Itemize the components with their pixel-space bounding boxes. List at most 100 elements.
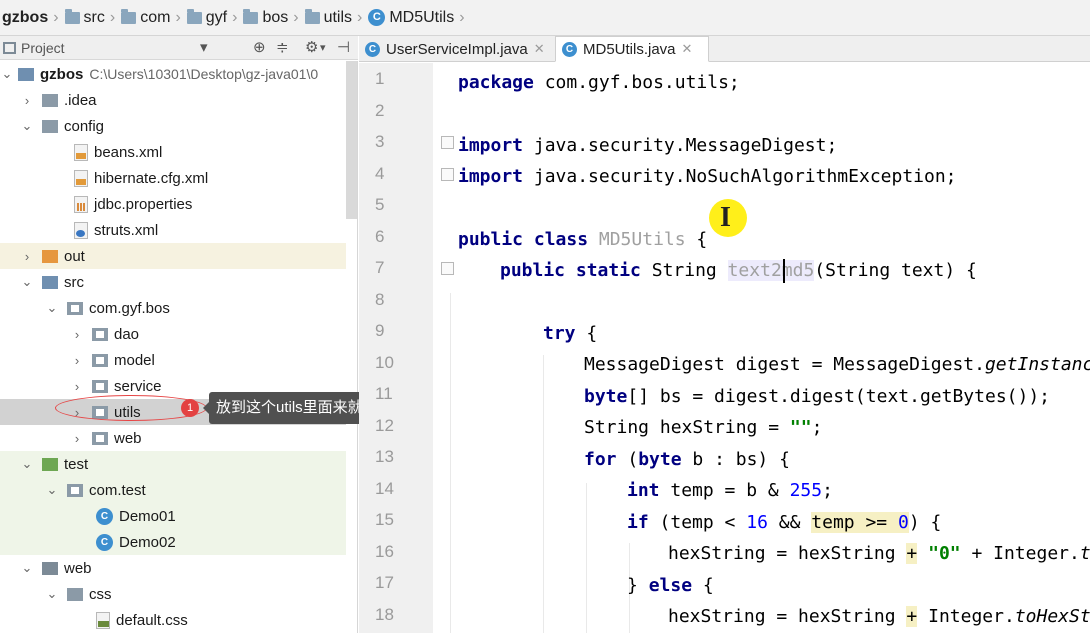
code-text: (temp <: [648, 512, 747, 533]
web-folder-icon: [42, 561, 58, 575]
project-panel-header: Project ▾ ⊕ ≑ ⚙ ▾ ⊣: [0, 36, 358, 60]
code-keyword: public class: [458, 229, 589, 250]
tree-item-default-css[interactable]: default.css: [0, 607, 346, 633]
project-view-icon: [3, 41, 16, 54]
tree-item-com-gyf-bos[interactable]: ⌄ com.gyf.bos: [0, 295, 346, 321]
sync-icon[interactable]: ⊕: [253, 38, 266, 56]
tree-label: web: [64, 559, 92, 577]
chevron-down-icon[interactable]: ⌄: [20, 456, 34, 472]
chevron-down-icon[interactable]: ⌄: [45, 586, 59, 602]
code-keyword: import: [458, 166, 524, 187]
breadcrumb-label: gyf: [205, 8, 228, 26]
chevron-down-icon[interactable]: ⌄: [45, 300, 59, 316]
breadcrumb-item-utils[interactable]: utils ›: [304, 0, 369, 35]
chevron-right-icon[interactable]: ›: [20, 249, 34, 264]
chevron-down-icon[interactable]: ⌄: [0, 66, 14, 82]
chevron-right-icon[interactable]: ›: [70, 353, 84, 368]
code-text: Integer.: [917, 606, 1015, 627]
chevron-down-icon[interactable]: ⌄: [45, 482, 59, 498]
code-text: temp = b &: [659, 480, 790, 501]
tree-item-web-folder[interactable]: ⌄ web: [0, 555, 346, 581]
tree-scrollbar[interactable]: [346, 61, 357, 219]
tree-item-dao[interactable]: › dao: [0, 321, 346, 347]
chevron-right-icon: ›: [109, 8, 116, 26]
tab-userserviceimpl[interactable]: C UserServiceImpl.java ✕: [359, 36, 553, 62]
close-icon[interactable]: ✕: [682, 41, 693, 57]
code-highlight: +: [906, 543, 918, 564]
code-string: "": [789, 417, 812, 438]
collapse-all-icon[interactable]: ≑: [276, 38, 289, 56]
tree-item-jdbc-properties[interactable]: jdbc.properties: [0, 191, 346, 217]
breadcrumb-item-src[interactable]: src ›: [64, 0, 122, 35]
tree-item-web-package[interactable]: › web: [0, 425, 346, 451]
tree-item-model[interactable]: › model: [0, 347, 346, 373]
chevron-down-icon[interactable]: ▾: [200, 38, 208, 56]
code-line-7: public static String text2md5(String tex…: [500, 255, 977, 286]
breadcrumb-item-com[interactable]: com ›: [121, 0, 187, 35]
tree-label: out: [64, 247, 85, 265]
code-line-3: import java.security.MessageDigest;: [458, 130, 837, 161]
indent-guide: [543, 355, 544, 633]
line-number: 11: [375, 384, 393, 403]
text-caret: [783, 259, 785, 283]
tree-item-beans-xml[interactable]: beans.xml: [0, 139, 346, 165]
chevron-right-icon[interactable]: ›: [70, 379, 84, 394]
gear-dropdown-icon[interactable]: ▾: [320, 41, 326, 54]
tree-item-root[interactable]: ⌄ gzbos C:\Users\10301\Desktop\gz-java01…: [0, 61, 346, 87]
tree-item-idea[interactable]: › .idea: [0, 87, 346, 113]
close-icon[interactable]: ✕: [534, 41, 545, 57]
fold-marker-icon[interactable]: [441, 262, 454, 275]
code-keyword: public static: [500, 260, 641, 281]
breadcrumb-item-md5utils[interactable]: C MD5Utils ›: [368, 0, 470, 35]
tree-item-out[interactable]: › out: [0, 243, 346, 269]
tree-label: web: [114, 429, 142, 447]
folder-icon: [42, 93, 58, 107]
code-text: {: [692, 575, 714, 596]
tree-item-struts-xml[interactable]: struts.xml: [0, 217, 346, 243]
chevron-right-icon[interactable]: ›: [70, 327, 84, 342]
tree-label: model: [114, 351, 155, 369]
fold-marker-icon[interactable]: [441, 168, 454, 181]
breadcrumb-item-project[interactable]: gzbos ›: [2, 0, 65, 35]
code-text: &&: [767, 512, 812, 533]
tree-item-test[interactable]: ⌄ test: [0, 451, 346, 477]
fold-marker-icon[interactable]: [441, 136, 454, 149]
tree-item-config[interactable]: ⌄ config: [0, 113, 346, 139]
tab-md5utils[interactable]: C MD5Utils.java ✕: [555, 36, 709, 62]
gear-icon[interactable]: ⚙: [305, 38, 318, 56]
code-keyword: for: [584, 449, 617, 470]
folder-icon: [67, 587, 83, 601]
tree-item-demo01[interactable]: Demo01: [0, 503, 346, 529]
project-panel-title[interactable]: Project: [21, 40, 65, 56]
chevron-down-icon[interactable]: ⌄: [20, 118, 34, 134]
tree-item-com-test[interactable]: ⌄ com.test: [0, 477, 346, 503]
code-text: hexString = hexString: [668, 606, 907, 627]
line-number: 1: [375, 69, 385, 88]
code-string: "0": [928, 543, 961, 564]
tree-label: src: [64, 273, 84, 291]
hide-panel-icon[interactable]: ⊣: [337, 38, 350, 56]
project-icon: [18, 67, 34, 81]
breadcrumb-label: bos: [262, 8, 289, 26]
chevron-down-icon[interactable]: ⌄: [20, 274, 34, 290]
chevron-right-icon: ›: [53, 8, 59, 26]
class-icon: C: [562, 41, 577, 57]
breadcrumb-item-gyf[interactable]: gyf ›: [186, 0, 244, 35]
code-number: 0: [897, 512, 909, 533]
chevron-right-icon[interactable]: ›: [20, 93, 34, 108]
line-number: 16: [375, 542, 394, 561]
struts-file-icon: [74, 221, 88, 239]
tree-label: Demo01: [119, 507, 176, 525]
chevron-right-icon[interactable]: ›: [70, 431, 84, 446]
breadcrumb-item-bos[interactable]: bos ›: [243, 0, 304, 35]
tree-item-css[interactable]: ⌄ css: [0, 581, 346, 607]
folder-icon: [64, 8, 80, 24]
code-editor[interactable]: package com.gyf.bos.utils; import java.s…: [433, 63, 1090, 633]
code-keyword: package: [458, 72, 534, 93]
code-text: (String text) {: [814, 260, 977, 281]
code-text: [] bs = digest.digest(text.getBytes());: [627, 386, 1050, 407]
tree-item-demo02[interactable]: Demo02: [0, 529, 346, 555]
tree-item-src[interactable]: ⌄ src: [0, 269, 346, 295]
chevron-down-icon[interactable]: ⌄: [20, 560, 34, 576]
tree-item-hibernate-cfg-xml[interactable]: hibernate.cfg.xml: [0, 165, 346, 191]
